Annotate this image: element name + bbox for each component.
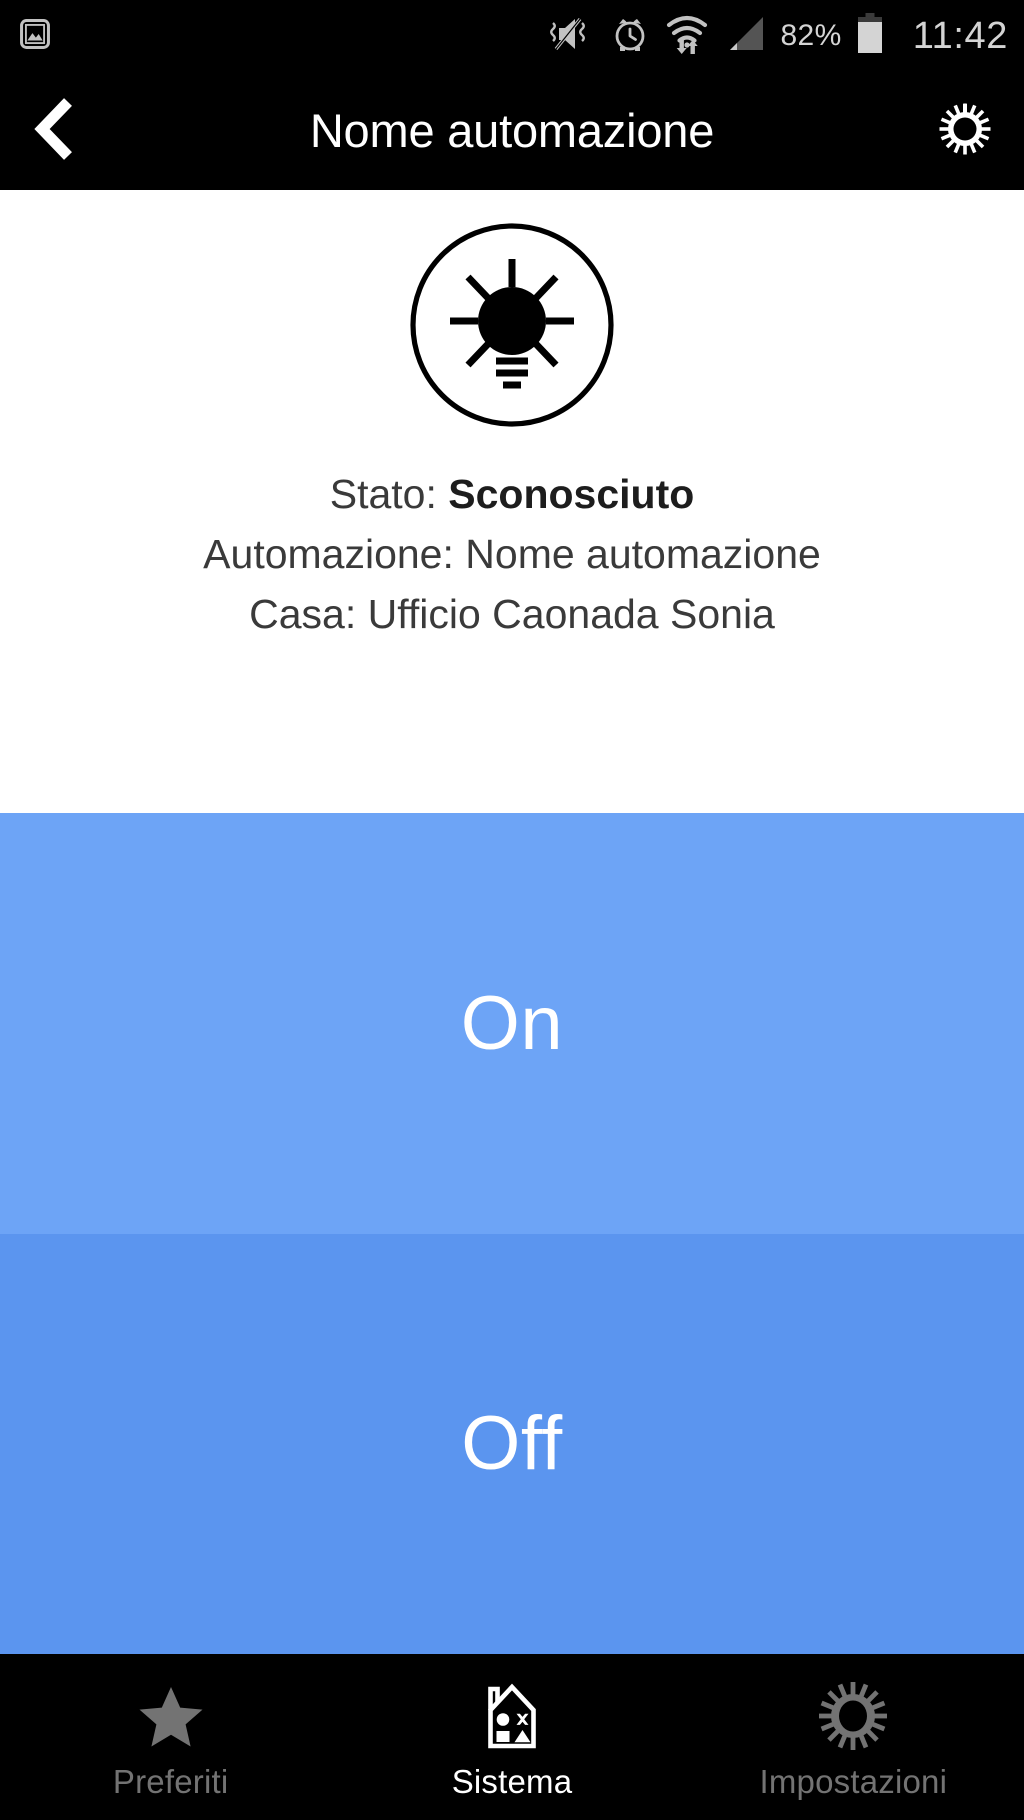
on-button[interactable]: On: [0, 813, 1024, 1234]
bottom-navigation: Preferiti Sistema Impostazioni: [0, 1654, 1024, 1820]
device-info-text: Stato: Sconosciuto Automazione: Nome aut…: [203, 464, 821, 644]
cellular-signal-icon: [723, 13, 767, 60]
nav-item-sistema[interactable]: Sistema: [341, 1654, 682, 1820]
off-button[interactable]: Off: [0, 1233, 1024, 1654]
back-button[interactable]: [0, 72, 110, 190]
device-state-icon: [407, 222, 617, 432]
lightbulb-icon: [408, 221, 616, 434]
status-bar-clock: 11:42: [912, 14, 1008, 57]
nav-item-impostazioni[interactable]: Impostazioni: [683, 1654, 1024, 1820]
nav-label-sistema: Sistema: [451, 1763, 573, 1800]
home-value: Ufficio Caonada Sonia: [367, 591, 775, 637]
state-line: Stato: Sconosciuto: [203, 464, 821, 524]
vibrate-mute-icon: [546, 13, 596, 60]
photo-icon: [18, 17, 52, 56]
house-icon: [477, 1679, 547, 1753]
home-label: Casa:: [249, 591, 357, 637]
battery-percentage: 82%: [780, 19, 842, 52]
command-buttons: On Off: [0, 813, 1024, 1654]
nav-label-preferiti: Preferiti: [112, 1763, 229, 1800]
automation-label: Automazione:: [203, 531, 454, 577]
status-bar: 82% 11:42: [0, 0, 1024, 72]
nav-label-impostazioni: Impostazioni: [759, 1763, 948, 1800]
app-screen: 82% 11:42 Nome automazione Stato: Sconos…: [0, 0, 1024, 1820]
status-bar-left-icons: [18, 17, 52, 56]
settings-button[interactable]: [906, 72, 1024, 190]
alarm-clock-icon: [609, 13, 651, 60]
status-bar-right-icons: 82% 11:42: [546, 12, 1008, 61]
chevron-left-icon: [32, 97, 78, 165]
nav-item-preferiti[interactable]: Preferiti: [0, 1654, 341, 1820]
gear-icon: [938, 102, 992, 161]
home-line: Casa: Ufficio Caonada Sonia: [203, 584, 821, 644]
wifi-data-icon: [664, 12, 710, 61]
state-label: Stato:: [329, 471, 437, 517]
page-title: Nome automazione: [309, 104, 715, 157]
action-bar: Nome automazione: [0, 72, 1024, 190]
state-value: Sconosciuto: [448, 471, 695, 517]
star-icon: [136, 1679, 206, 1753]
battery-icon: [855, 12, 885, 61]
gear-icon: [817, 1679, 889, 1753]
automation-line: Automazione: Nome automazione: [203, 524, 821, 584]
device-info-panel: Stato: Sconosciuto Automazione: Nome aut…: [0, 190, 1024, 813]
automation-value: Nome automazione: [465, 531, 821, 577]
